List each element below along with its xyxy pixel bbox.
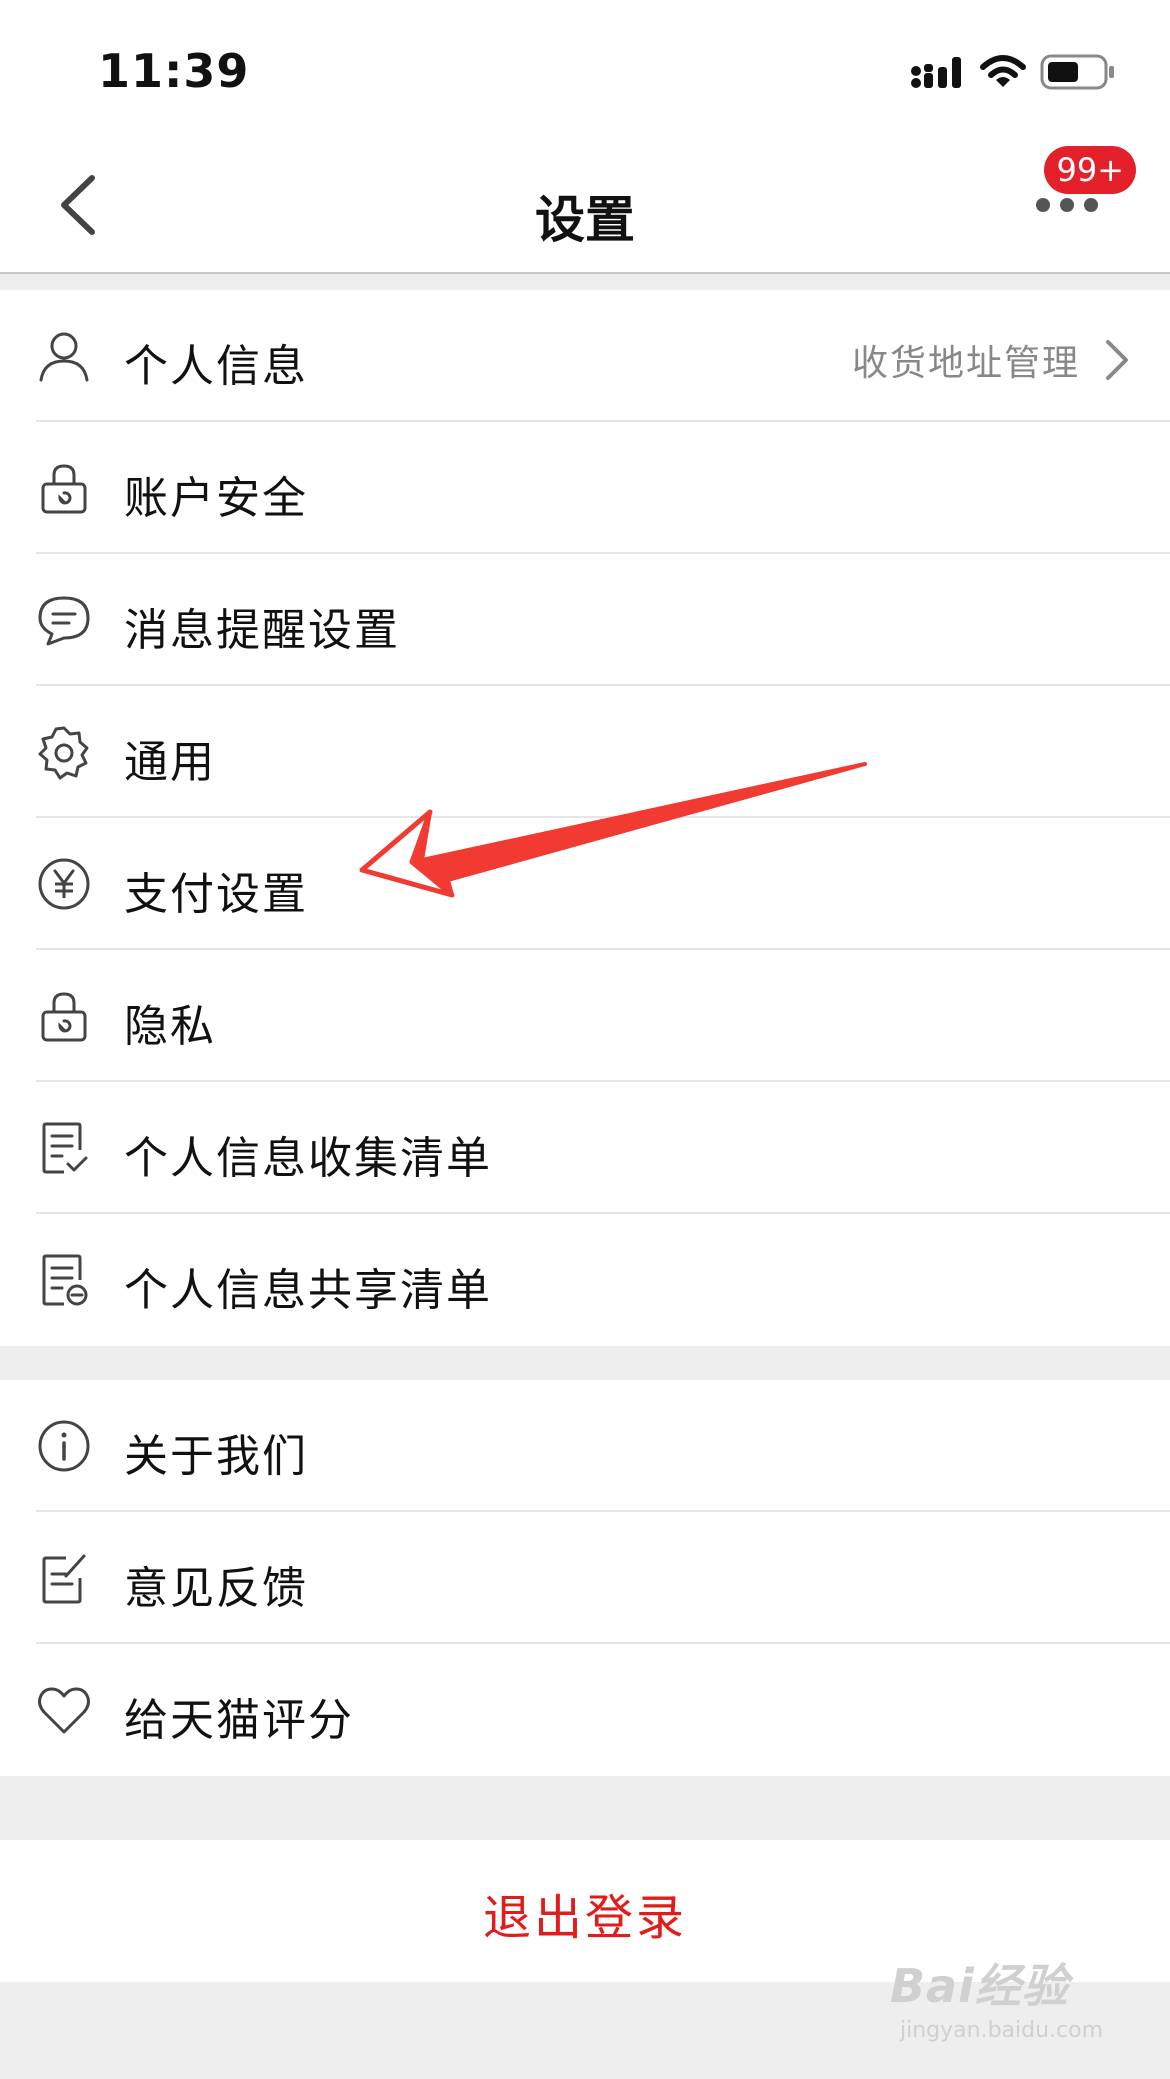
settings-item-label: 隐私 xyxy=(124,1001,216,1052)
shared-list-icon xyxy=(42,1254,88,1306)
page-title: 设置 xyxy=(535,191,635,249)
more-dots-icon[interactable] xyxy=(1034,190,1100,220)
watermark: Bai经验 jingyan.baidu.com xyxy=(890,1950,1130,2060)
settings-item-label: 个人信息收集清单 xyxy=(124,1133,492,1184)
person-icon xyxy=(39,332,89,382)
nav-bar: 设置 99+ xyxy=(0,130,1170,274)
settings-group-about: 关于我们 意见反馈 给天猫评分 xyxy=(0,1380,1170,1776)
settings-group-main: 个人信息 收货地址管理 账户安全 消息提醒设置 通用 支付设置 隐私 个人信息收… xyxy=(0,290,1170,1346)
settings-item-info-sharing-list[interactable]: 个人信息共享清单 xyxy=(0,1214,1170,1346)
lock-icon xyxy=(41,464,87,514)
settings-item-label: 账户安全 xyxy=(124,473,308,524)
yuan-icon xyxy=(38,858,90,910)
settings-item-about-us[interactable]: 关于我们 xyxy=(0,1380,1170,1512)
settings-item-label: 个人信息共享清单 xyxy=(124,1265,492,1316)
chevron-right-icon xyxy=(1106,340,1128,380)
settings-item-info-collection-list[interactable]: 个人信息收集清单 xyxy=(0,1082,1170,1214)
settings-item-label: 给天猫评分 xyxy=(124,1695,354,1746)
settings-item-label: 意见反馈 xyxy=(124,1563,308,1614)
notification-badge: 99+ xyxy=(1044,146,1136,194)
settings-item-account-security[interactable]: 账户安全 xyxy=(0,422,1170,554)
feedback-icon xyxy=(42,1554,86,1604)
settings-item-payment[interactable]: 支付设置 xyxy=(0,818,1170,950)
status-bar: 11:39 xyxy=(0,0,1170,130)
settings-item-label: 消息提醒设置 xyxy=(124,605,400,656)
address-management-link[interactable]: 收货地址管理 xyxy=(852,334,1080,386)
logout-label: 退出登录 xyxy=(482,1890,687,1946)
settings-item-personal-info[interactable]: 个人信息 收货地址管理 xyxy=(0,290,1170,422)
settings-item-label: 个人信息 xyxy=(124,341,308,392)
row-right: 收货地址管理 xyxy=(852,334,1130,386)
settings-item-notifications[interactable]: 消息提醒设置 xyxy=(0,554,1170,686)
settings-item-label: 支付设置 xyxy=(124,869,308,920)
settings-item-label: 通用 xyxy=(124,737,216,788)
settings-item-general[interactable]: 通用 xyxy=(0,686,1170,818)
settings-item-rate-app[interactable]: 给天猫评分 xyxy=(0,1644,1170,1776)
gear-icon xyxy=(38,726,89,780)
heart-icon xyxy=(38,1687,90,1734)
message-icon xyxy=(38,596,90,646)
watermark-sub: jingyan.baidu.com xyxy=(900,2018,1104,2043)
status-time: 11:39 xyxy=(98,44,250,98)
wifi-icon xyxy=(980,55,1026,87)
status-icons xyxy=(910,52,1116,92)
checklist-icon xyxy=(42,1122,88,1174)
lock-icon xyxy=(41,992,87,1042)
settings-item-label: 关于我们 xyxy=(124,1431,308,1482)
settings-item-privacy[interactable]: 隐私 xyxy=(0,950,1170,1082)
info-icon xyxy=(38,1420,90,1472)
watermark-main: Bai经验 xyxy=(890,1959,1069,2013)
settings-item-feedback[interactable]: 意见反馈 xyxy=(0,1512,1170,1644)
cellular-signal-icon xyxy=(911,57,961,88)
battery-icon xyxy=(1040,54,1114,90)
